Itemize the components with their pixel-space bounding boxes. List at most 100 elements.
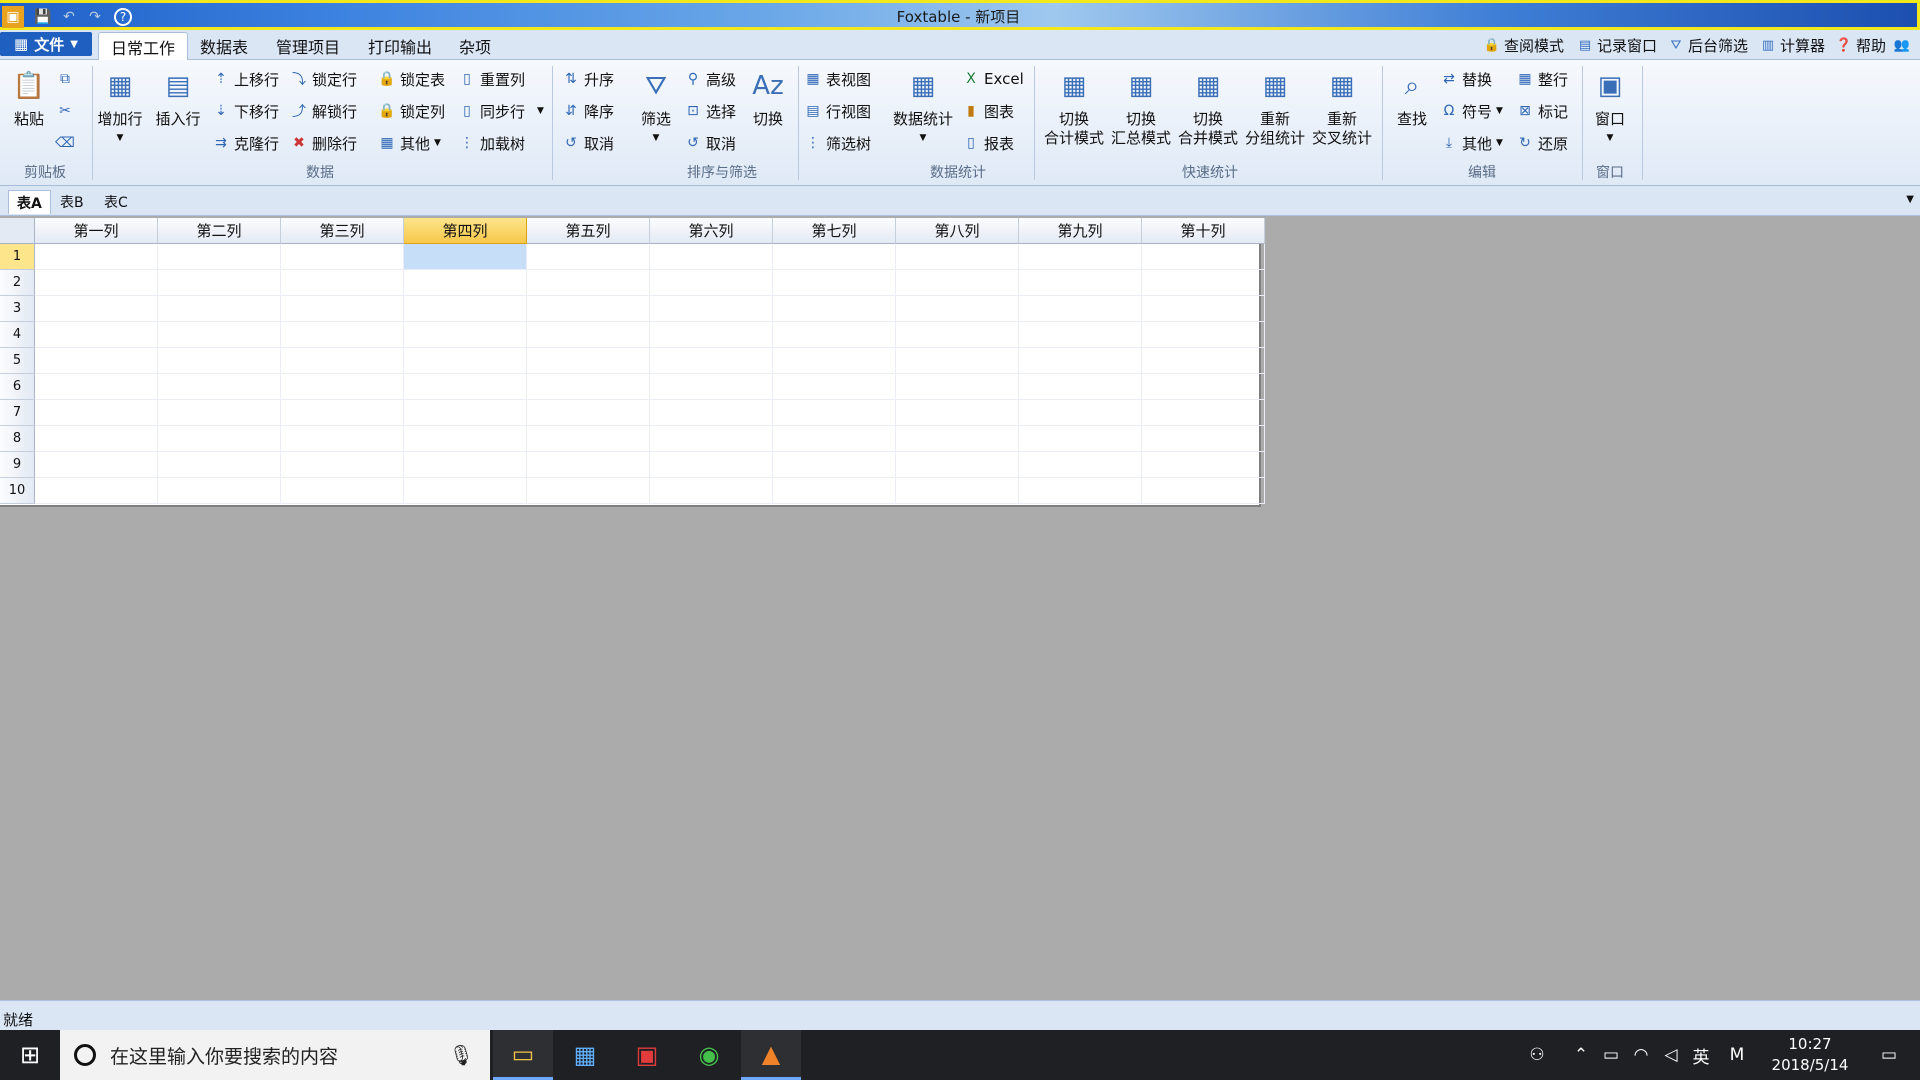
grid-cell[interactable] <box>281 322 404 348</box>
grid-cell[interactable] <box>650 270 773 296</box>
row-header[interactable]: 10 <box>0 478 35 504</box>
grid-cell[interactable] <box>1019 244 1142 270</box>
move-row-down-button[interactable]: ⇣ 下移行 <box>212 98 279 124</box>
grid-cell[interactable] <box>404 374 527 400</box>
grid-cell[interactable] <box>404 400 527 426</box>
chevron-up-icon[interactable]: ⌃ <box>1568 1030 1594 1080</box>
grid-cell[interactable] <box>404 322 527 348</box>
column-header[interactable]: 第六列 <box>650 218 773 244</box>
windows-start-icon[interactable]: ⊞ <box>0 1030 60 1080</box>
grid-cell[interactable] <box>1019 270 1142 296</box>
restore-button[interactable]: ↻ 还原 <box>1516 130 1568 156</box>
grid-cell[interactable] <box>404 478 527 504</box>
tab-data-table[interactable]: 数据表 <box>188 32 260 60</box>
add-row-button[interactable]: ▦ 增加行 ▼ <box>88 66 152 162</box>
grid-cell[interactable] <box>281 400 404 426</box>
help-button[interactable]: ❓ 帮助 <box>1836 33 1886 57</box>
data-grid[interactable]: 第一列 第二列 第三列 第四列 第五列 第六列 第七列 第八列 第九列 第十列 1 2 3 4 5 6 7 8 9 1… <box>0 218 1265 507</box>
row-header[interactable]: 8 <box>0 426 35 452</box>
grid-cell[interactable] <box>1142 244 1265 270</box>
grid-cell[interactable] <box>527 322 650 348</box>
grid-cell[interactable] <box>35 348 158 374</box>
row-header[interactable]: 7 <box>0 400 35 426</box>
grid-cell[interactable] <box>773 452 896 478</box>
data-statistics-button[interactable]: ▦ 数据统计 ▼ <box>888 66 958 162</box>
grid-cell[interactable] <box>650 374 773 400</box>
filter-button[interactable]: ⛛ 筛选 ▼ <box>624 66 688 162</box>
grid-cell[interactable] <box>896 322 1019 348</box>
column-header[interactable]: 第七列 <box>773 218 896 244</box>
grid-cell[interactable] <box>35 270 158 296</box>
store-icon[interactable]: ▦ <box>555 1030 615 1080</box>
grid-cell[interactable] <box>35 452 158 478</box>
lock-row-button[interactable]: ⤵ 锁定行 <box>290 66 357 92</box>
ime-mode[interactable]: M <box>1724 1030 1750 1080</box>
grid-cell[interactable] <box>1142 296 1265 322</box>
grid-cell[interactable] <box>650 348 773 374</box>
sheet-tab-b[interactable]: 表B <box>52 190 92 214</box>
load-tree-button[interactable]: ⋮ 加载树 <box>458 130 525 156</box>
format-painter-button[interactable]: ⌫ <box>55 130 75 156</box>
grid-cell[interactable] <box>158 244 281 270</box>
people-icon[interactable]: ⚇ <box>1522 1030 1552 1080</box>
paste-button[interactable]: 📋 粘贴 <box>2 66 56 162</box>
ime-language[interactable]: 英 <box>1688 1030 1714 1080</box>
grid-cell[interactable] <box>404 296 527 322</box>
toggle-merge-mode-button[interactable]: ▦ 切换 合并模式 <box>1174 66 1242 162</box>
cancel-sort-button[interactable]: ↺ 取消 <box>562 130 614 156</box>
row-header[interactable]: 9 <box>0 452 35 478</box>
grid-cell[interactable] <box>158 374 281 400</box>
notification-icon[interactable]: ▭ <box>1864 1030 1914 1080</box>
grid-cell[interactable] <box>650 478 773 504</box>
grid-cell[interactable] <box>1019 348 1142 374</box>
column-header[interactable]: 第五列 <box>527 218 650 244</box>
battery-icon[interactable]: ▭ <box>1598 1030 1624 1080</box>
grid-cell[interactable] <box>158 400 281 426</box>
toggle-total-mode-button[interactable]: ▦ 切换 合计模式 <box>1040 66 1108 162</box>
column-header[interactable]: 第十列 <box>1142 218 1265 244</box>
users-icon[interactable]: 👥 <box>1894 33 1910 57</box>
grid-cell[interactable] <box>896 270 1019 296</box>
grid-cell[interactable] <box>158 322 281 348</box>
grid-cell[interactable] <box>35 400 158 426</box>
file-menu-button[interactable]: ▦ 文件 ▼ <box>0 32 92 56</box>
sort-ascending-button[interactable]: ⇅ 升序 <box>562 66 614 92</box>
grid-cell[interactable] <box>35 296 158 322</box>
grid-cell[interactable] <box>404 348 527 374</box>
grid-cell[interactable] <box>35 322 158 348</box>
other-data-button[interactable]: ▦ 其他 ▼ <box>378 130 441 156</box>
cancel-filter-button[interactable]: ↺ 取消 <box>684 130 736 156</box>
taskbar-search-box[interactable]: 在这里输入你要搜索的内容 🎙 <box>60 1030 490 1080</box>
grid-cell[interactable] <box>1019 374 1142 400</box>
grid-cell[interactable] <box>1142 374 1265 400</box>
grid-cell[interactable] <box>773 426 896 452</box>
grid-cell[interactable] <box>527 452 650 478</box>
grid-cell[interactable] <box>1142 426 1265 452</box>
grid-cell[interactable] <box>1019 426 1142 452</box>
tab-misc[interactable]: 杂项 <box>447 32 503 60</box>
grid-cell[interactable] <box>773 244 896 270</box>
grid-cell[interactable] <box>158 348 281 374</box>
query-mode-button[interactable]: 🔒 查阅模式 <box>1484 33 1564 57</box>
sheet-tab-c[interactable]: 表C <box>96 190 136 214</box>
record-window-button[interactable]: ▤ 记录窗口 <box>1577 33 1657 57</box>
grid-cell[interactable] <box>281 452 404 478</box>
grid-cell[interactable] <box>158 452 281 478</box>
grid-cell[interactable] <box>281 270 404 296</box>
calculator-button[interactable]: ▥ 计算器 <box>1760 33 1825 57</box>
grid-cell[interactable] <box>158 426 281 452</box>
row-header[interactable]: 6 <box>0 374 35 400</box>
recross-stats-button[interactable]: ▦ 重新 交叉统计 <box>1308 66 1376 162</box>
wifi-icon[interactable]: ◠ <box>1628 1030 1654 1080</box>
column-header[interactable]: 第九列 <box>1019 218 1142 244</box>
sync-row-button[interactable]: ▯ 同步行 ▼ <box>458 98 544 124</box>
symbol-button[interactable]: Ω 符号 ▼ <box>1440 98 1503 124</box>
grid-cell[interactable] <box>527 348 650 374</box>
grid-cell[interactable] <box>1019 452 1142 478</box>
reset-column-button[interactable]: ▯ 重置列 <box>458 66 525 92</box>
row-header[interactable]: 3 <box>0 296 35 322</box>
grid-cell[interactable] <box>35 374 158 400</box>
cut-button[interactable]: ✂ <box>56 98 74 124</box>
copy-button[interactable]: ⧉ <box>56 66 74 92</box>
excel-button[interactable]: X Excel <box>962 66 1024 92</box>
